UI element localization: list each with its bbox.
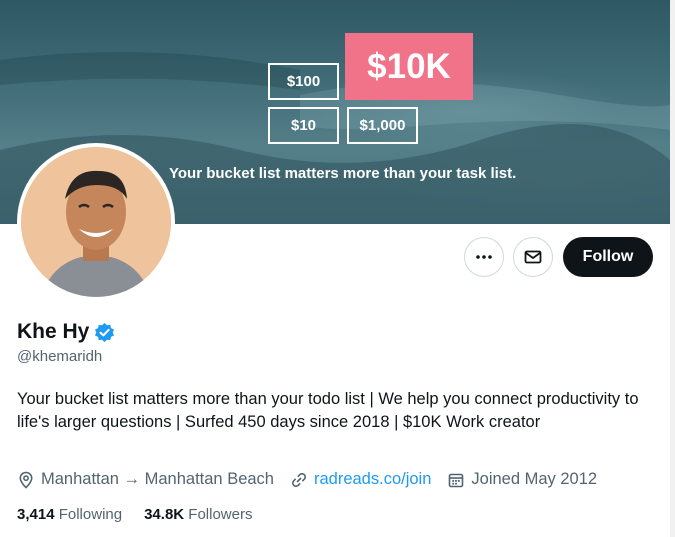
page-scrollbar[interactable] <box>670 0 675 537</box>
envelope-icon <box>524 250 542 264</box>
location-text: Manhattan → Manhattan Beach <box>41 470 274 488</box>
followers-label: Followers <box>188 506 253 523</box>
link-icon <box>291 472 306 487</box>
display-name: Khe Hy <box>17 320 90 343</box>
more-horizontal-icon <box>476 255 492 259</box>
website-link[interactable]: radreads.co/join <box>314 470 431 489</box>
banner-tagline: Your bucket list matters more than your … <box>169 165 517 182</box>
location-item: Manhattan → Manhattan Beach <box>17 470 274 489</box>
price-option-1000: $1,000 <box>347 107 418 144</box>
price-option-100: $100 <box>268 63 339 100</box>
profile-bio: Your bucket list matters more than your … <box>17 390 639 431</box>
price-option-10: $10 <box>268 107 339 144</box>
profile-handle: @khemaridh <box>17 348 103 365</box>
joined-item: Joined May 2012 <box>447 470 597 489</box>
following-label: Following <box>58 506 123 523</box>
joined-text: Joined May 2012 <box>471 470 598 488</box>
profile-name: Khe Hy <box>17 320 115 344</box>
location-pin-icon <box>19 471 33 489</box>
following-link[interactable]: 3,414 Following <box>17 506 122 523</box>
message-button[interactable] <box>513 237 553 277</box>
verified-badge-icon[interactable] <box>94 322 115 343</box>
website-item[interactable]: radreads.co/join <box>290 470 431 489</box>
calendar-icon <box>449 473 464 487</box>
avatar[interactable] <box>17 143 175 301</box>
followers-count: 34.8K <box>144 506 185 523</box>
follow-stats: 3,414 Following 34.8K Followers <box>17 506 274 523</box>
follow-button[interactable]: Follow <box>563 237 653 277</box>
price-option-10k: $10K <box>345 33 473 100</box>
profile-meta: Manhattan → Manhattan Beach radreads.co/… <box>17 470 613 489</box>
avatar-photo <box>21 147 171 297</box>
more-options-button[interactable] <box>464 237 504 277</box>
followers-link[interactable]: 34.8K Followers <box>144 506 252 523</box>
following-count: 3,414 <box>17 506 55 523</box>
